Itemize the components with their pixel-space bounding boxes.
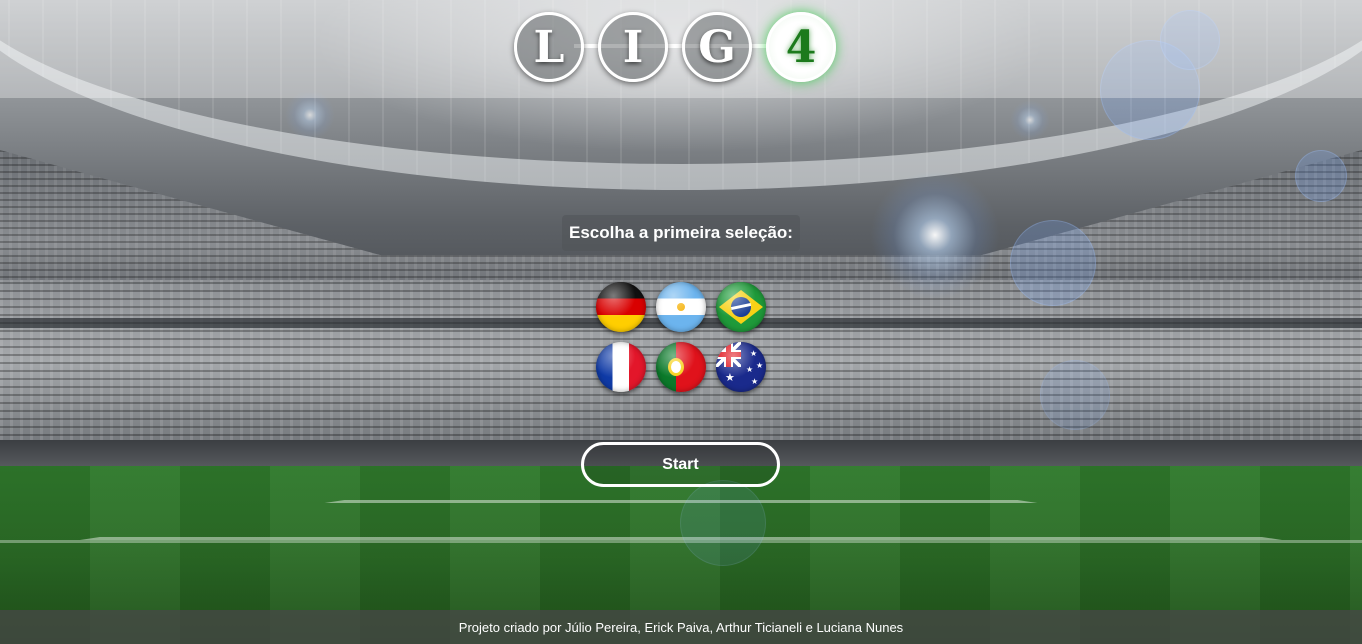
star-icon: ★ bbox=[751, 377, 759, 386]
star-icon: ★ bbox=[746, 365, 754, 374]
logo-letter-l: L bbox=[514, 12, 584, 82]
pitch-line bbox=[0, 540, 1362, 543]
brazil-band bbox=[730, 302, 752, 311]
floodlight-flare bbox=[870, 170, 1000, 300]
union-jack-canton bbox=[716, 342, 741, 367]
team-selection-prompt: Escolha a primeira seleção: bbox=[562, 215, 800, 251]
bokeh-light bbox=[1040, 360, 1110, 430]
footer-credits: Projeto criado por Júlio Pereira, Erick … bbox=[0, 610, 1362, 644]
lig4-logo: L I G 4 bbox=[514, 10, 836, 84]
germany-flag-icon[interactable] bbox=[596, 282, 646, 332]
argentina-sun-icon bbox=[677, 303, 685, 311]
brazil-globe bbox=[731, 297, 751, 317]
bokeh-light bbox=[1010, 220, 1096, 306]
bokeh-light bbox=[680, 480, 766, 566]
logo-letter-g: G bbox=[682, 12, 752, 82]
star-icon: ★ bbox=[756, 361, 764, 370]
brazil-rhombus bbox=[719, 290, 763, 324]
portugal-flag-icon[interactable] bbox=[656, 342, 706, 392]
portugal-shield-icon bbox=[668, 358, 684, 376]
bokeh-light bbox=[1295, 150, 1347, 202]
australia-flag-icon[interactable]: ★ ★ ★ ★ ★ bbox=[716, 342, 766, 392]
brazil-flag-icon[interactable] bbox=[716, 282, 766, 332]
logo-number-4: 4 bbox=[766, 12, 836, 82]
start-button[interactable]: Start bbox=[581, 442, 780, 487]
star-icon: ★ bbox=[725, 372, 735, 384]
header-bar: L I G 4 bbox=[0, 0, 1362, 98]
france-flag-icon[interactable] bbox=[596, 342, 646, 392]
floodlight-flare bbox=[1010, 100, 1050, 140]
star-icon: ★ bbox=[750, 349, 758, 358]
argentina-flag-icon[interactable] bbox=[656, 282, 706, 332]
logo-letter-i: I bbox=[598, 12, 668, 82]
